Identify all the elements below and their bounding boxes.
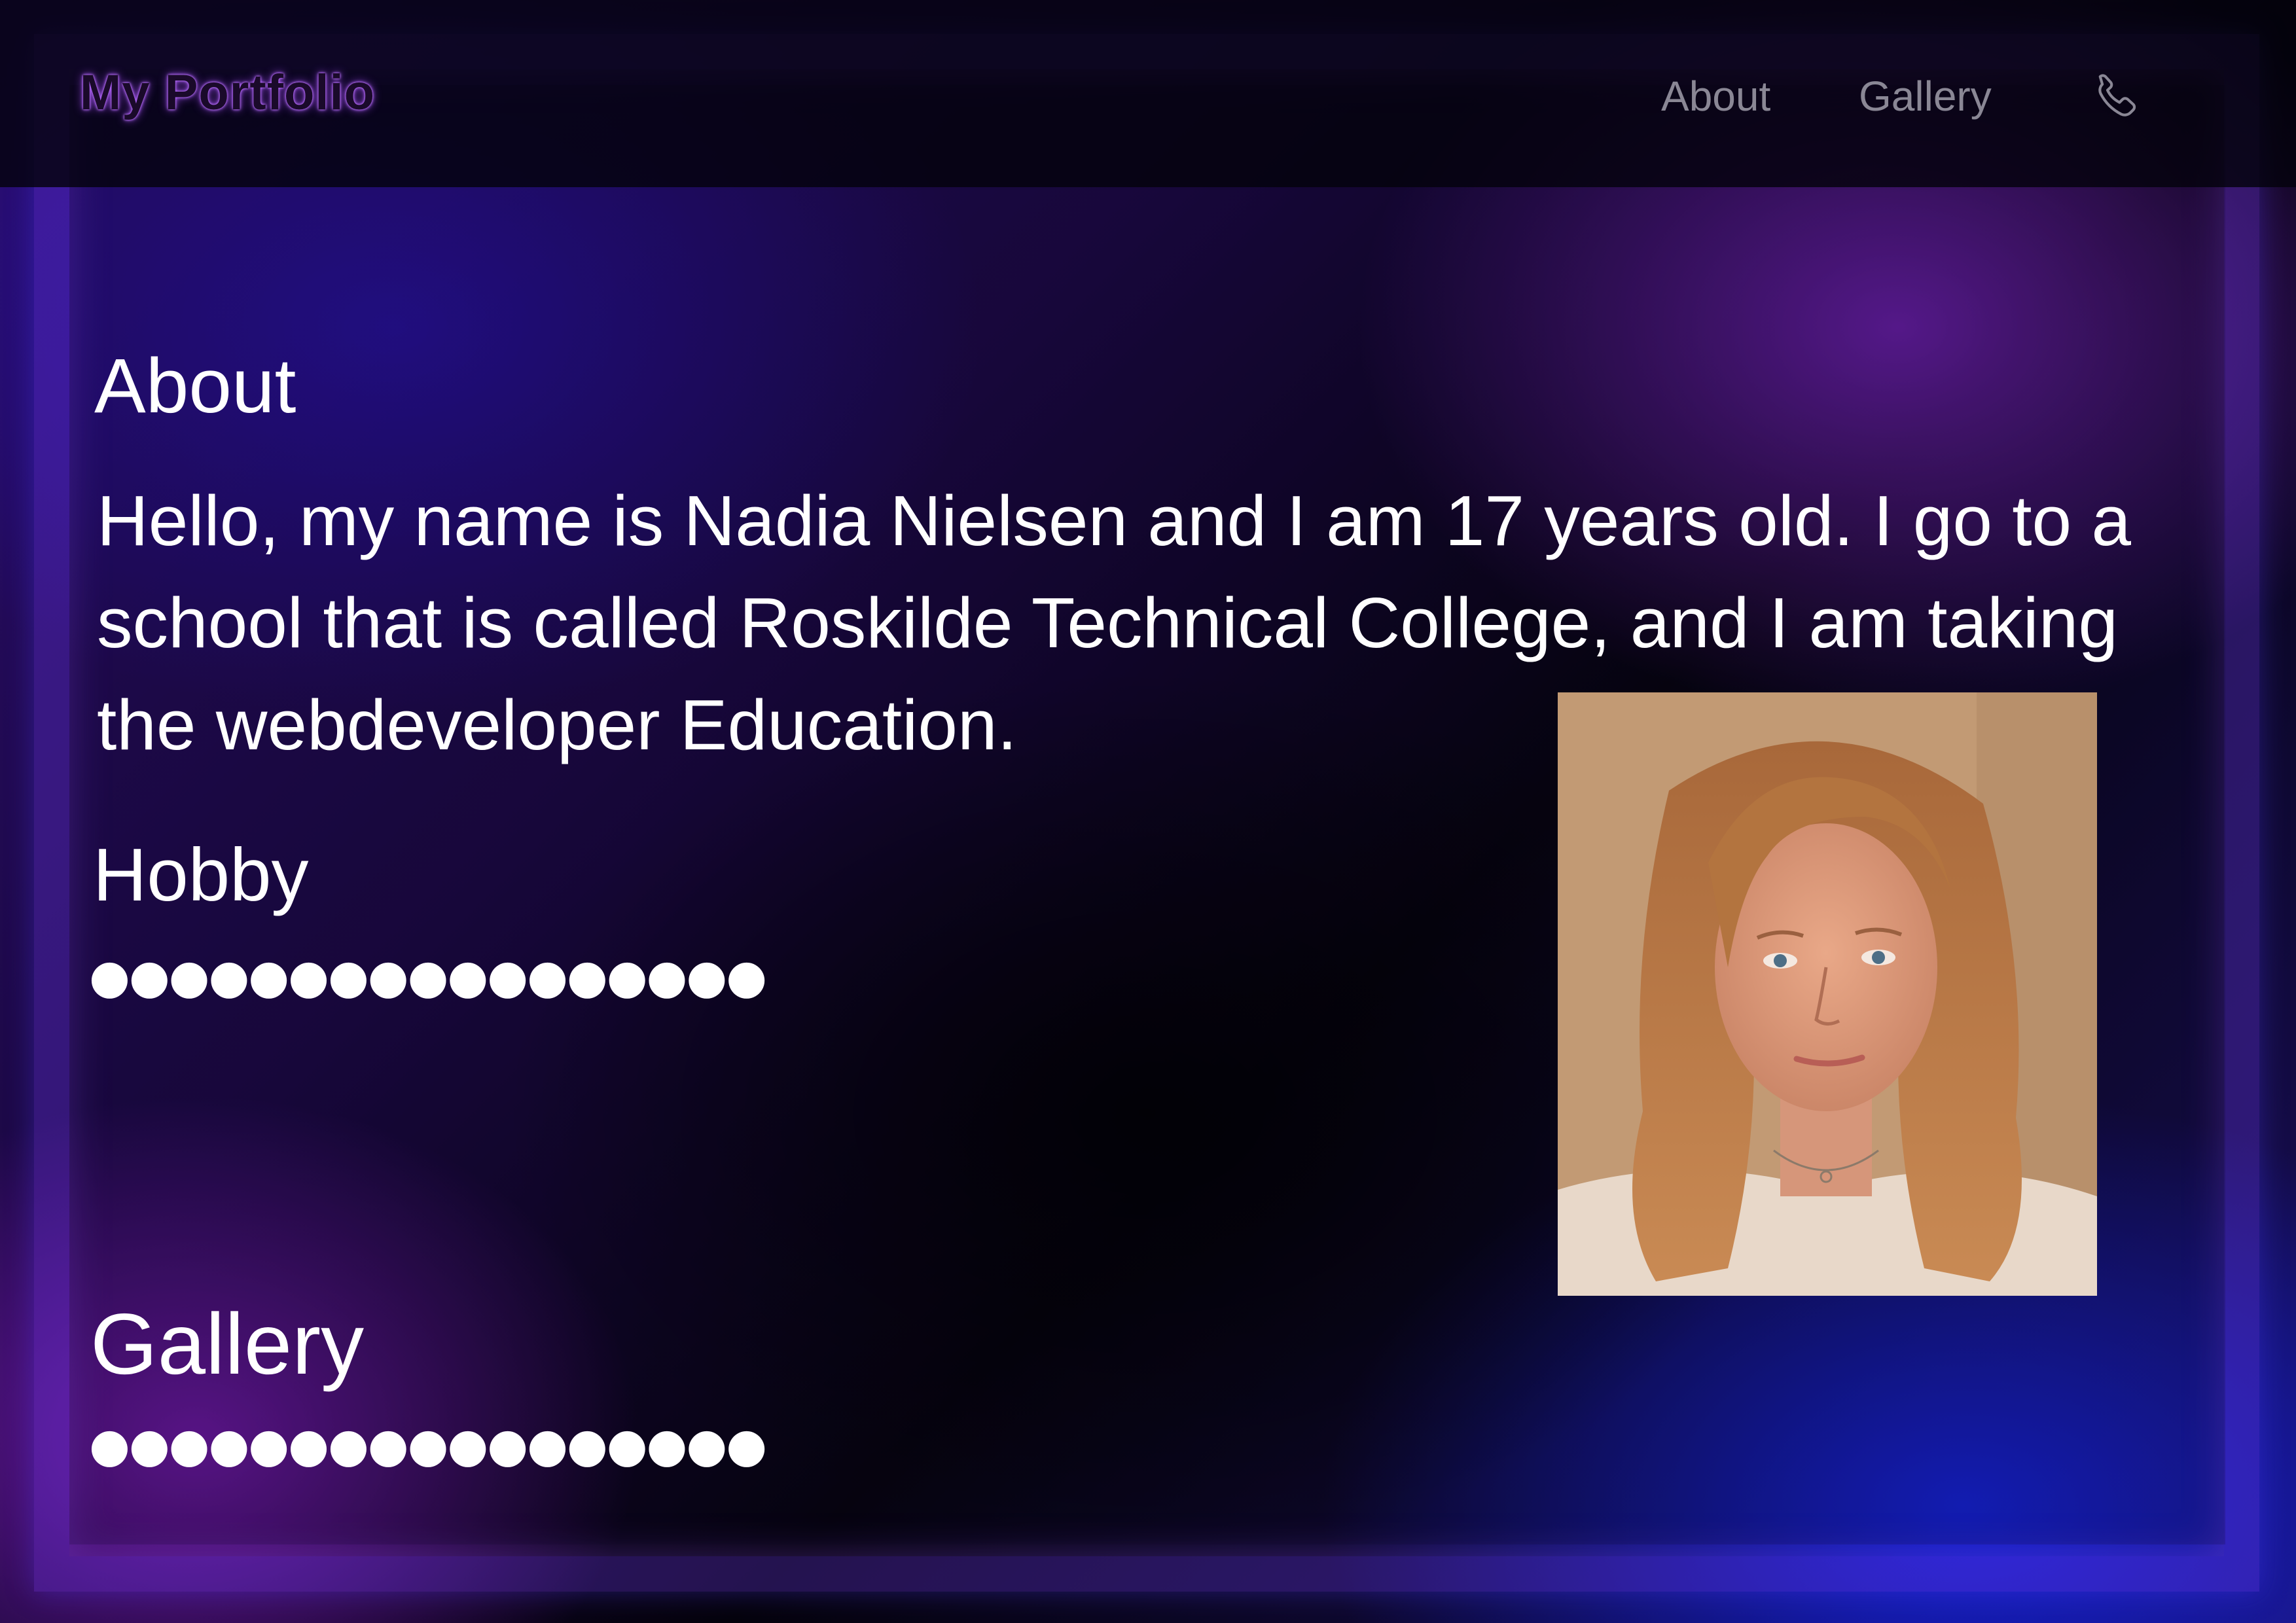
profile-photo: [1558, 692, 2097, 1296]
hobby-placeholder-dots: ●●●●●●●●●●●●●●●●●: [89, 949, 767, 1004]
gallery-placeholder-dots: ●●●●●●●●●●●●●●●●●: [89, 1418, 767, 1472]
hobby-heading: Hobby: [93, 834, 309, 917]
about-heading: About: [94, 343, 296, 429]
phone-icon[interactable]: [2088, 68, 2147, 127]
gallery-heading: Gallery: [90, 1296, 365, 1392]
nav-link-about[interactable]: About: [1661, 72, 1770, 120]
navbar: My Portfolio About Gallery: [0, 0, 2296, 187]
brand-logo[interactable]: My Portfolio: [80, 64, 375, 121]
nav-link-gallery[interactable]: Gallery: [1859, 72, 1992, 120]
